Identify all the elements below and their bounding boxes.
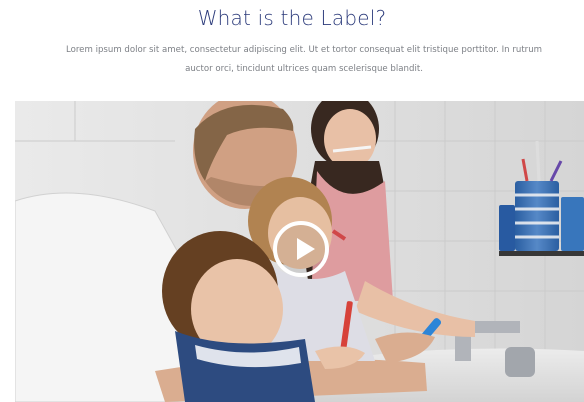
play-button[interactable] bbox=[273, 221, 329, 277]
page: What is the Label? Lorem ipsum dolor sit… bbox=[0, 0, 584, 402]
section-intro: Lorem ipsum dolor sit amet, consectetur … bbox=[65, 45, 543, 74]
section-title: What is the Label? bbox=[197, 6, 387, 30]
video-player[interactable] bbox=[15, 101, 584, 402]
play-icon bbox=[297, 238, 315, 260]
